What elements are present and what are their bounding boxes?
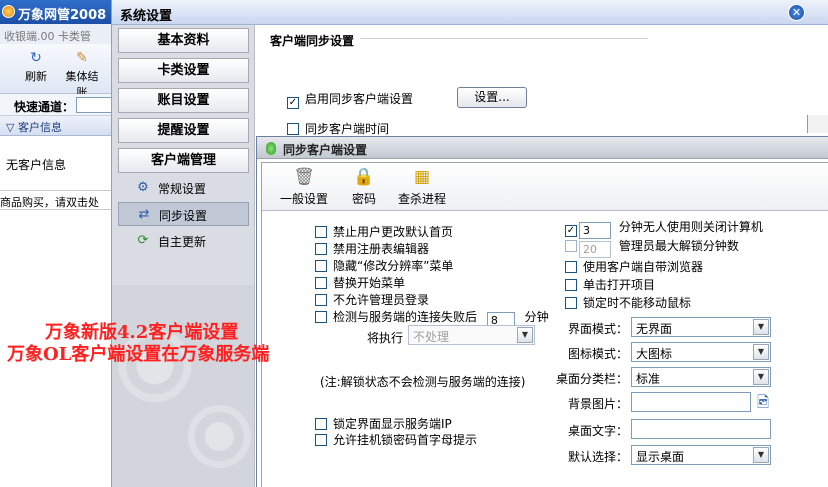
option-disable-registry-editor[interactable]: 禁用注册表编辑器 [315, 240, 429, 257]
checkbox[interactable] [315, 226, 327, 238]
checkbox[interactable] [315, 243, 327, 255]
option-replace-start-menu[interactable]: 替换开始菜单 [315, 274, 405, 291]
checkbox[interactable] [315, 277, 327, 289]
browse-folder-icon[interactable]: 🖻 [752, 392, 774, 412]
checkbox[interactable] [565, 297, 577, 309]
option-idle-shutdown[interactable]: ✓ 3 分钟无人使用则关闭计算机 [565, 218, 763, 239]
app-toolbar: ↻ 刷新 ✎ 集体结账 [0, 44, 112, 99]
kill-process-tab[interactable]: ▦ 查杀进程 [398, 167, 446, 207]
admin-unlock-minutes-input[interactable]: 20 [579, 241, 611, 258]
icon-mode-select[interactable]: 大图标 ▼ [631, 342, 771, 362]
checkbox[interactable] [315, 418, 327, 430]
chevron-down-icon: ▼ [753, 447, 769, 463]
app-logo-icon [2, 5, 15, 18]
group-checkout-icon: ✎ [76, 50, 88, 66]
execute-label: 将执行 [367, 331, 404, 345]
client-sync-panel-title: 客户端同步设置 [268, 32, 361, 49]
refresh-icon: ↻ [30, 50, 42, 66]
refresh-button[interactable]: ↻ 刷新 [16, 50, 56, 84]
sync-dialog-toolbar: 🗑 一般设置 🔒 密码 ▦ 查杀进程 [262, 163, 828, 211]
enable-sync-checkbox[interactable]: ✓ [287, 97, 299, 109]
annotation-line-2: 万象OL客户端设置在万象服务端 [7, 344, 270, 365]
default-select-label: 默认选择： [567, 450, 628, 464]
gear-icon: ⚙ [137, 180, 149, 195]
sidebar-decoration [112, 285, 254, 487]
quick-channel-input[interactable] [76, 97, 112, 113]
background-image-label: 背景图片： [567, 397, 628, 411]
interface-mode-label: 界面模式： [567, 322, 628, 336]
admin-unlock-checkbox[interactable] [565, 240, 577, 252]
option-hide-resolution-menu[interactable]: 隐藏“修改分辨率”菜单 [315, 257, 453, 274]
enable-sync-label: 启用同步客户端设置 [305, 92, 414, 106]
subitem-auto-update[interactable]: ⟳ 自主更新 [118, 229, 249, 253]
background-image-input[interactable] [631, 392, 751, 412]
interface-mode-select[interactable]: 无界面 ▼ [631, 317, 771, 337]
settings-sidebar: 基本资料 卡类设置 账目设置 提醒设置 客户端管理 ⚙ 常规设置 ⇄ 同步设置 … [112, 25, 255, 487]
chevron-down-icon: ▼ [753, 344, 769, 360]
unlock-note: (注:解锁状态不会检测与服务端的连接) [320, 375, 526, 389]
chevron-down-icon: ▼ [517, 327, 533, 343]
chevron-down-icon: ▼ [753, 369, 769, 385]
sync-dialog-content: 🗑 一般设置 🔒 密码 ▦ 查杀进程 禁止用户更改默认首页 禁用注册表编辑器 隐… [261, 162, 828, 487]
category-reminder-settings[interactable]: 提醒设置 [118, 118, 249, 143]
password-lock-icon: 🔒 [353, 167, 375, 187]
panel-right-edge [807, 115, 828, 133]
customer-info-section-header[interactable]: ▽ 客户信息 [0, 116, 112, 136]
no-customer-text: 无客户信息 [6, 158, 67, 172]
desktop-category-label: 桌面分类栏： [555, 372, 628, 386]
option-show-server-ip[interactable]: 锁定界面显示服务端IP [315, 415, 452, 432]
desktop-text-input[interactable] [631, 419, 771, 439]
sync-time-checkbox-row[interactable]: 同步客户端时间 [287, 120, 389, 137]
option-admin-unlock-minutes[interactable]: 20 管理员最大解锁分钟数 [565, 237, 739, 258]
option-password-hint[interactable]: 允许挂机锁密码首字母提示 [315, 431, 477, 448]
subitem-sync-settings[interactable]: ⇄ 同步设置 [118, 202, 249, 226]
sync-dialog-title-bar: 同步客户端设置 [257, 137, 828, 159]
checkbox[interactable] [565, 261, 577, 273]
sync-dialog-title: 同步客户端设置 [283, 143, 368, 157]
system-settings-title: 系统设置 [120, 9, 173, 24]
kill-process-icon: ▦ [413, 167, 431, 187]
sync-time-label: 同步客户端时间 [305, 122, 390, 136]
chevron-down-icon: ▼ [753, 319, 769, 335]
option-disallow-admin-login[interactable]: 不允许管理员登录 [315, 291, 429, 308]
sync-dialog-title-icon [266, 142, 276, 155]
category-basic-info[interactable]: 基本资料 [118, 28, 249, 53]
system-settings-title-bar: 系统设置 ✕ [112, 0, 828, 25]
icon-mode-label: 图标模式： [567, 347, 628, 361]
idle-shutdown-checkbox[interactable]: ✓ [565, 225, 577, 237]
app-title-bar: 万象网管2008 [0, 0, 112, 24]
close-icon[interactable]: ✕ [788, 4, 805, 21]
checkbox[interactable] [315, 311, 327, 323]
option-lock-mouse[interactable]: 锁定时不能移动鼠标 [565, 294, 691, 311]
app-title: 万象网管2008 [18, 8, 107, 23]
desktop-text-label: 桌面文字： [567, 424, 628, 438]
checkbox[interactable] [315, 260, 327, 272]
app-menu-bar[interactable]: 收银端.00 卡类管 [0, 24, 112, 44]
category-account-settings[interactable]: 账目设置 [118, 88, 249, 113]
category-client-management[interactable]: 客户端管理 [118, 148, 249, 173]
general-settings-icon: 🗑 [293, 167, 315, 187]
sync-icon: ⇄ [138, 207, 150, 222]
purchase-hint-text: 商品购买，请双击处 [0, 190, 112, 210]
checkbox[interactable] [315, 434, 327, 446]
sync-settings-button[interactable]: 设置... [457, 87, 527, 108]
option-disable-change-homepage[interactable]: 禁止用户更改默认首页 [315, 223, 453, 240]
default-select-dropdown[interactable]: 显示桌面 ▼ [631, 445, 771, 465]
sync-time-checkbox[interactable] [287, 123, 299, 135]
desktop-category-select[interactable]: 标准 ▼ [631, 367, 771, 387]
execute-action-select[interactable]: 不处理 ▼ [408, 325, 535, 345]
enable-sync-checkbox-row[interactable]: ✓ 启用同步客户端设置 [287, 90, 413, 109]
category-card-settings[interactable]: 卡类设置 [118, 58, 249, 83]
option-use-builtin-browser[interactable]: 使用客户端自带浏览器 [565, 258, 703, 275]
update-icon: ⟳ [137, 233, 149, 248]
subitem-general-settings[interactable]: ⚙ 常规设置 [118, 176, 249, 200]
sync-client-settings-dialog: 同步客户端设置 🗑 一般设置 🔒 密码 ▦ 查杀进程 禁止用户更改默认首页 禁用… [256, 136, 828, 487]
option-single-click-open[interactable]: 单击打开项目 [565, 276, 655, 293]
checkbox[interactable] [565, 279, 577, 291]
password-tab[interactable]: 🔒 密码 [352, 167, 376, 207]
checkbox[interactable] [315, 294, 327, 306]
general-settings-tab[interactable]: 🗑 一般设置 [280, 167, 328, 207]
group-checkout-button[interactable]: ✎ 集体结账 [62, 50, 102, 100]
